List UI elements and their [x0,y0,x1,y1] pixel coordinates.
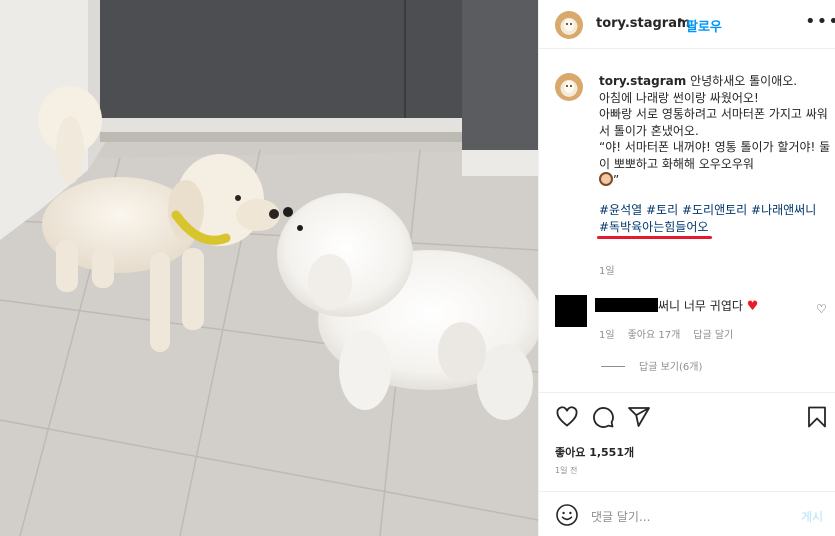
caption-line: “야! 서마터폰 내꺼야! 영통 톨이가 할거야! 둘이 뽀뽀하고 화해해 오우… [599,140,831,171]
caption-line: 아침에 나래랑 썬이랑 싸웠어오! [599,90,759,105]
likes-count[interactable]: 좋아요 1,551개 [555,444,634,460]
commenter-avatar-redacted[interactable] [555,295,587,327]
caption-avatar[interactable] [555,73,583,101]
commenter-username-redacted[interactable] [595,298,658,312]
emoji-smile-icon[interactable] [555,503,579,527]
caption-closing-quote: ” [613,173,620,187]
share-icon[interactable] [627,405,651,429]
comment-text: 써니 너무 귀엽다 [658,299,743,313]
bookmark-icon[interactable] [805,405,829,429]
post-actions: 좋아요 1,551개 1일 전 댓글 달기... 게시 [539,392,835,536]
post-side-panel: tory.stagram • 팔로우 ••• tory.stagram 안녕하새… [538,0,835,536]
comment-likes-count[interactable]: 좋아요 17개 [628,330,681,341]
comment-timestamp[interactable]: 1일 [599,330,615,341]
comment: 써니 너무 귀엽다 ♥ [595,297,758,314]
caption-line: 아빠랑 서로 영통하려고 서마터폰 가지고 싸워서 톨이가 혼냈어오. [599,107,828,138]
hashtag-links[interactable]: #윤석열 #토리 #도리앤토리 #나래앤써니 [599,203,816,217]
view-replies-label: 답글 보기(6개) [639,362,703,373]
follow-button[interactable]: 팔로우 [686,16,722,35]
post-photo[interactable] [0,0,538,536]
comment-like-heart-icon[interactable]: ♡ [816,302,827,316]
heart-icon[interactable] [555,405,579,429]
separator-dot: • [676,14,684,29]
dog-face-emoji-icon [599,172,613,186]
caption-username-link[interactable]: tory.stagram [599,74,686,88]
add-comment-bar: 댓글 달기... 게시 [539,491,835,536]
comment-icon[interactable] [591,405,615,429]
more-horizontal-icon[interactable]: ••• [805,11,835,32]
hashtags: #윤석열 #토리 #도리앤토리 #나래앤써니 #독박육아는힘들어오 [596,202,831,239]
post-caption: tory.stagram 안녕하새오 톨이애오. 아침에 나래랑 썬이랑 싸웠어… [599,73,831,189]
comment-input[interactable]: 댓글 달기... [591,508,650,525]
view-replies-button[interactable]: 답글 보기(6개) [601,358,702,373]
red-heart-emoji-icon: ♥ [746,299,759,314]
caption-line: 안녕하새오 톨이애오. [690,74,798,88]
post-comment-button[interactable]: 게시 [801,508,823,525]
caption-timestamp[interactable]: 1일 [599,262,615,277]
instagram-post: tory.stagram • 팔로우 ••• tory.stagram 안녕하새… [0,0,835,536]
comment-reply-button[interactable]: 답글 달기 [693,330,733,341]
comment-meta: 1일 좋아요 17개 답글 달기 [599,326,746,341]
replies-divider-line [601,366,625,367]
profile-avatar[interactable] [555,11,583,39]
hashtag-underlined-link[interactable]: #독박육아는힘들어오 [596,219,713,239]
post-header: tory.stagram • 팔로우 ••• [539,0,835,49]
post-timestamp[interactable]: 1일 전 [555,465,577,476]
